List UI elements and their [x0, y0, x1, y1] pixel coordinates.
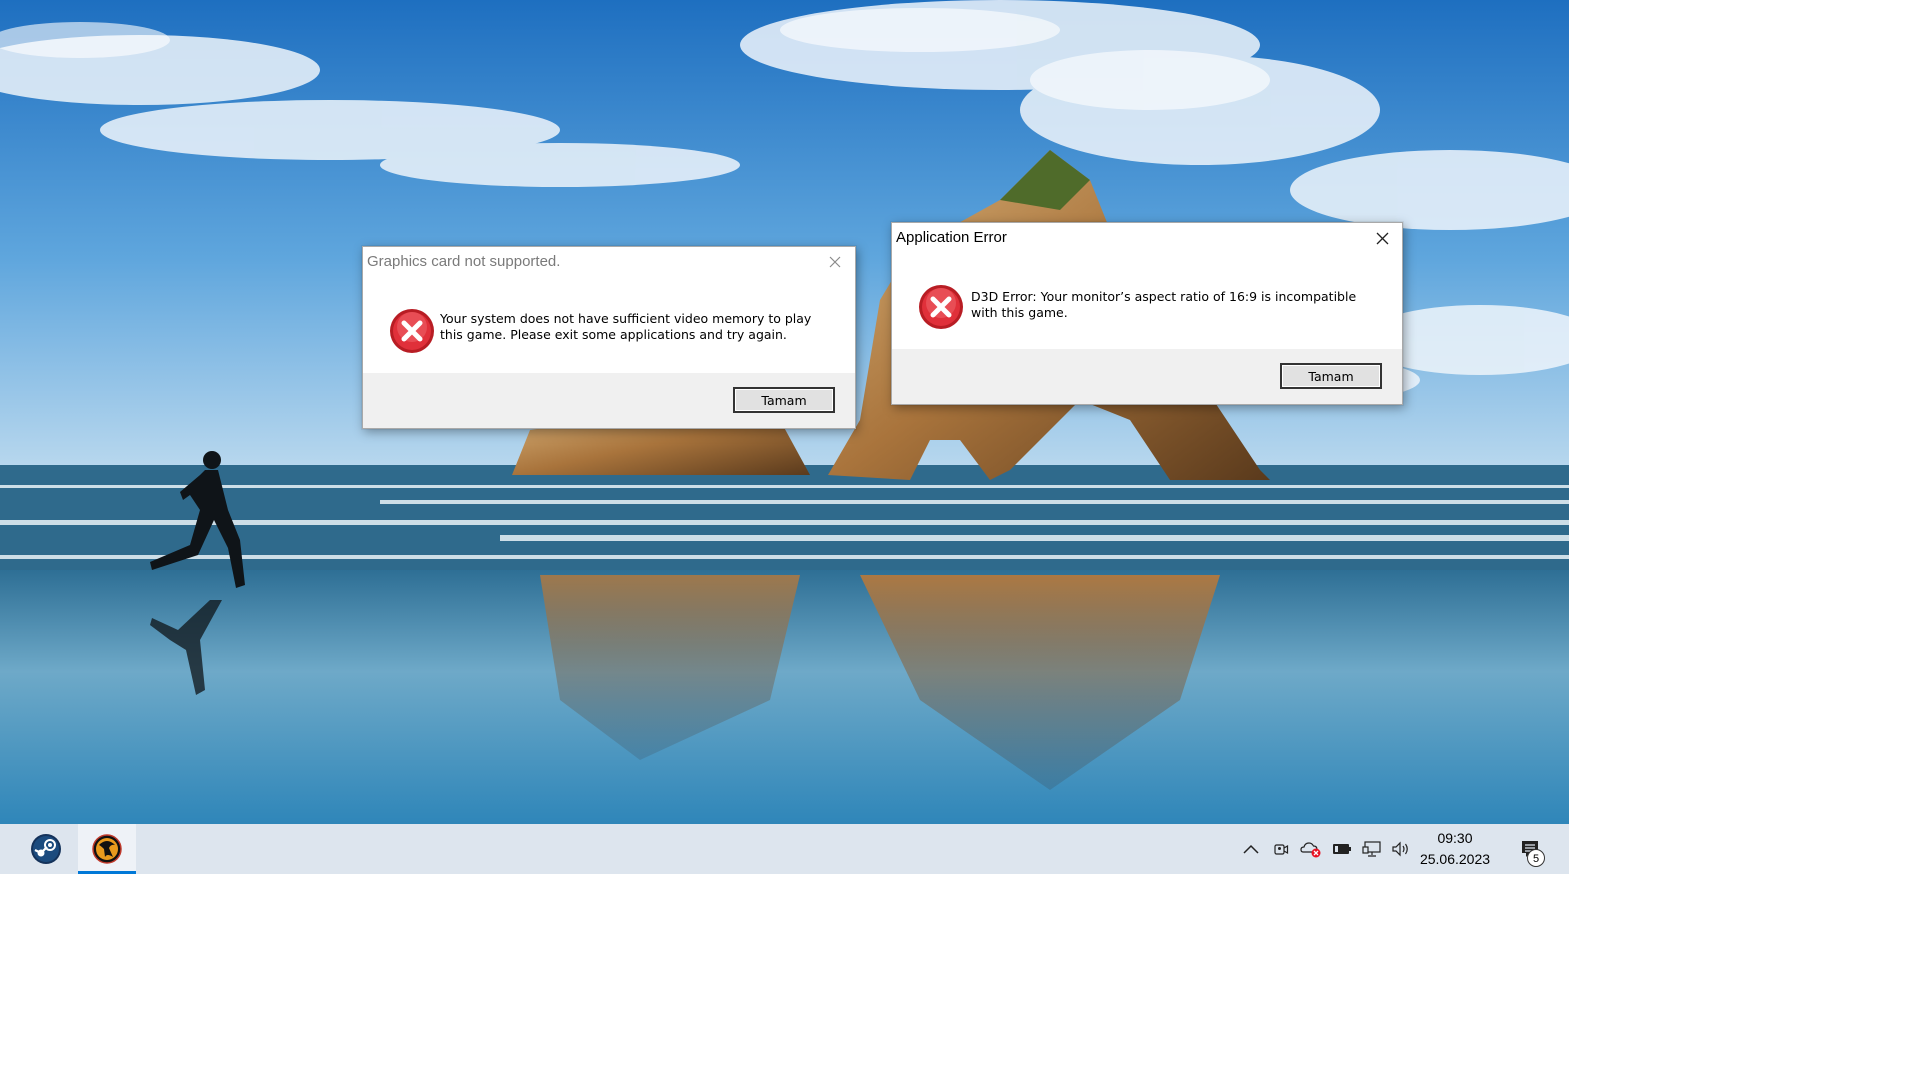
dialog-footer: Tamam	[363, 373, 855, 428]
tray-network[interactable]	[1358, 824, 1386, 874]
clock-date: 25.06.2023	[1419, 851, 1491, 867]
dialog-footer: Tamam	[892, 349, 1402, 404]
show-hidden-icons-button[interactable]	[1238, 824, 1264, 874]
dialog-title: Graphics card not supported.	[367, 253, 561, 270]
taskbar-app-mortal-kombat[interactable]	[78, 824, 136, 874]
chevron-up-icon	[1243, 844, 1259, 854]
application-error-dialog: Application Error D3D Error: Your monito…	[891, 222, 1403, 405]
action-center-button[interactable]	[1510, 824, 1550, 874]
close-icon	[1376, 232, 1388, 244]
ok-button[interactable]: Tamam	[1280, 363, 1382, 389]
notification-count-badge: 5	[1527, 849, 1545, 867]
network-icon	[1362, 841, 1381, 857]
battery-icon	[1333, 844, 1351, 854]
onedrive-error-icon	[1300, 842, 1321, 858]
clock-time: 09:30	[1437, 830, 1473, 846]
close-icon	[829, 256, 841, 268]
error-icon	[919, 285, 963, 329]
dialog-message-line-1: D3D Error: Your monitor’s aspect ratio o…	[971, 289, 1357, 304]
tray-meet-now[interactable]	[1268, 824, 1294, 874]
mortal-kombat-icon	[92, 834, 122, 864]
volume-icon	[1392, 841, 1408, 857]
steam-icon	[31, 834, 61, 864]
taskbar-app-steam[interactable]	[17, 824, 75, 874]
dialog-message-line-2: this game. Please exit some applications…	[440, 327, 787, 342]
dialog-body: Your system does not have sufficient vid…	[363, 277, 855, 373]
graphics-card-dialog: Graphics card not supported. Your system…	[362, 246, 856, 429]
close-button[interactable]	[815, 247, 855, 277]
dialog-message-line-1: Your system does not have sufficient vid…	[440, 311, 812, 326]
desktop: Graphics card not supported. Your system…	[0, 0, 1569, 874]
clock[interactable]: 09:30 25.06.2023	[1410, 824, 1500, 874]
dialog-message-line-2: with this game.	[971, 305, 1068, 320]
dialog-title: Application Error	[896, 229, 1007, 246]
ok-button[interactable]: Tamam	[733, 387, 835, 413]
taskbar: 09:30 25.06.2023	[0, 824, 1569, 874]
tray-onedrive[interactable]	[1297, 824, 1325, 874]
dialog-body: D3D Error: Your monitor’s aspect ratio o…	[892, 253, 1402, 349]
close-button[interactable]	[1362, 223, 1402, 253]
meet-now-icon	[1274, 844, 1289, 855]
tray-battery[interactable]	[1328, 824, 1356, 874]
error-icon	[390, 309, 434, 353]
